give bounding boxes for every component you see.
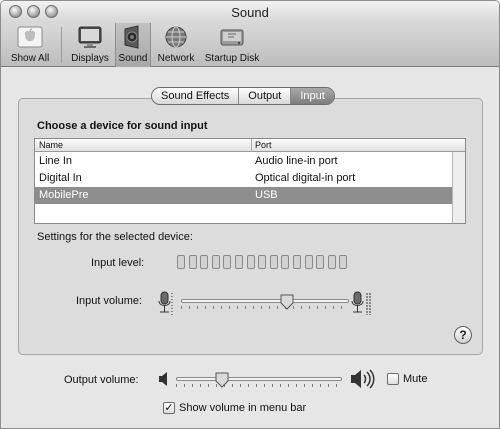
network-globe-icon [165, 26, 187, 48]
column-header-port[interactable]: Port [255, 140, 272, 150]
input-level-segment [211, 255, 220, 269]
input-level-segment [269, 255, 278, 269]
device-name: MobilePre [39, 189, 89, 201]
toolbar-label-displays: Displays [71, 53, 109, 64]
mute-checkbox[interactable] [387, 373, 399, 385]
hard-disk-icon [220, 29, 244, 46]
device-name: Digital In [39, 172, 82, 184]
column-header-name[interactable]: Name [39, 140, 63, 150]
device-port: Optical digital-in port [255, 172, 356, 184]
show-volume-label[interactable]: Show volume in menu bar [179, 402, 306, 414]
tab-sound-effects[interactable]: Sound Effects [152, 88, 240, 104]
input-level-segment [281, 255, 290, 269]
input-level-segment [235, 255, 243, 269]
toolbar-item-show-all[interactable]: Show All [7, 23, 53, 67]
toolbar-label-startup-disk: Startup Disk [204, 53, 260, 64]
toolbar-item-sound[interactable]: Sound [115, 23, 151, 67]
output-volume-ticks [176, 384, 342, 387]
input-device-table[interactable]: Name Port Line In Audio line-in port Dig… [34, 138, 466, 224]
input-level-segment [258, 255, 267, 269]
device-port: Audio line-in port [255, 155, 338, 167]
output-volume-slider-thumb[interactable] [215, 372, 229, 388]
input-settings-panel [18, 98, 483, 355]
apple-icon [17, 26, 43, 48]
title-bar: Sound [1, 1, 499, 23]
toolbar: Show All Displays Sound Network Startup … [1, 23, 499, 67]
show-volume-checkbox[interactable]: ✓ [163, 402, 175, 414]
speaker-low-icon [159, 372, 167, 386]
display-icon [78, 26, 102, 48]
toolbar-label-sound: Sound [118, 53, 148, 64]
output-volume-track[interactable] [176, 377, 342, 381]
input-volume-label: Input volume: [76, 295, 143, 307]
device-heading: Choose a device for sound input [37, 120, 208, 132]
toolbar-separator [61, 27, 62, 63]
mute-label[interactable]: Mute [403, 373, 427, 385]
input-level-label: Input level: [91, 257, 145, 269]
input-volume-ticks [181, 306, 349, 309]
input-volume-slider-thumb[interactable] [280, 294, 294, 310]
input-level-segment [177, 255, 185, 269]
input-level-segment [200, 255, 209, 269]
input-level-segment [188, 255, 197, 269]
input-level-segment [316, 255, 325, 269]
column-divider [251, 139, 252, 152]
table-scrollbar[interactable] [452, 152, 465, 223]
input-volume-track[interactable] [181, 299, 349, 303]
tab-input[interactable]: Input [291, 88, 334, 104]
toolbar-label-network: Network [157, 53, 195, 64]
table-row[interactable]: Digital In Optical digital-in port [35, 170, 454, 187]
table-row-selected[interactable]: MobilePre USB [35, 187, 454, 204]
input-level-segment [223, 255, 232, 269]
input-level-segment [293, 255, 301, 269]
input-level-segment [339, 255, 348, 269]
speaker-high-icon [351, 369, 375, 389]
device-name: Line In [39, 155, 73, 167]
input-level-segment [327, 255, 336, 269]
window-title: Sound [231, 5, 269, 20]
toolbar-item-network[interactable]: Network [154, 23, 198, 67]
input-level-segment [304, 255, 313, 269]
device-port: USB [255, 189, 278, 201]
table-row[interactable]: Line In Audio line-in port [35, 153, 454, 170]
tab-bar: Sound Effects Output Input [151, 87, 335, 105]
microphone-high-icon [351, 291, 371, 315]
toolbar-item-startup-disk[interactable]: Startup Disk [201, 23, 263, 67]
toolbar-label-show-all: Show All [10, 53, 50, 64]
tab-output[interactable]: Output [239, 88, 292, 104]
toolbar-item-displays[interactable]: Displays [67, 23, 113, 67]
help-button[interactable]: ? [454, 326, 472, 344]
input-level-segment [246, 255, 255, 269]
settings-label: Settings for the selected device: [37, 231, 193, 243]
speaker-icon [124, 25, 139, 49]
microphone-low-icon [158, 291, 173, 315]
output-volume-label: Output volume: [64, 374, 139, 386]
system-preferences-window: Sound Show All Displays Sound Network St… [0, 0, 500, 429]
table-header: Name Port [35, 139, 465, 152]
